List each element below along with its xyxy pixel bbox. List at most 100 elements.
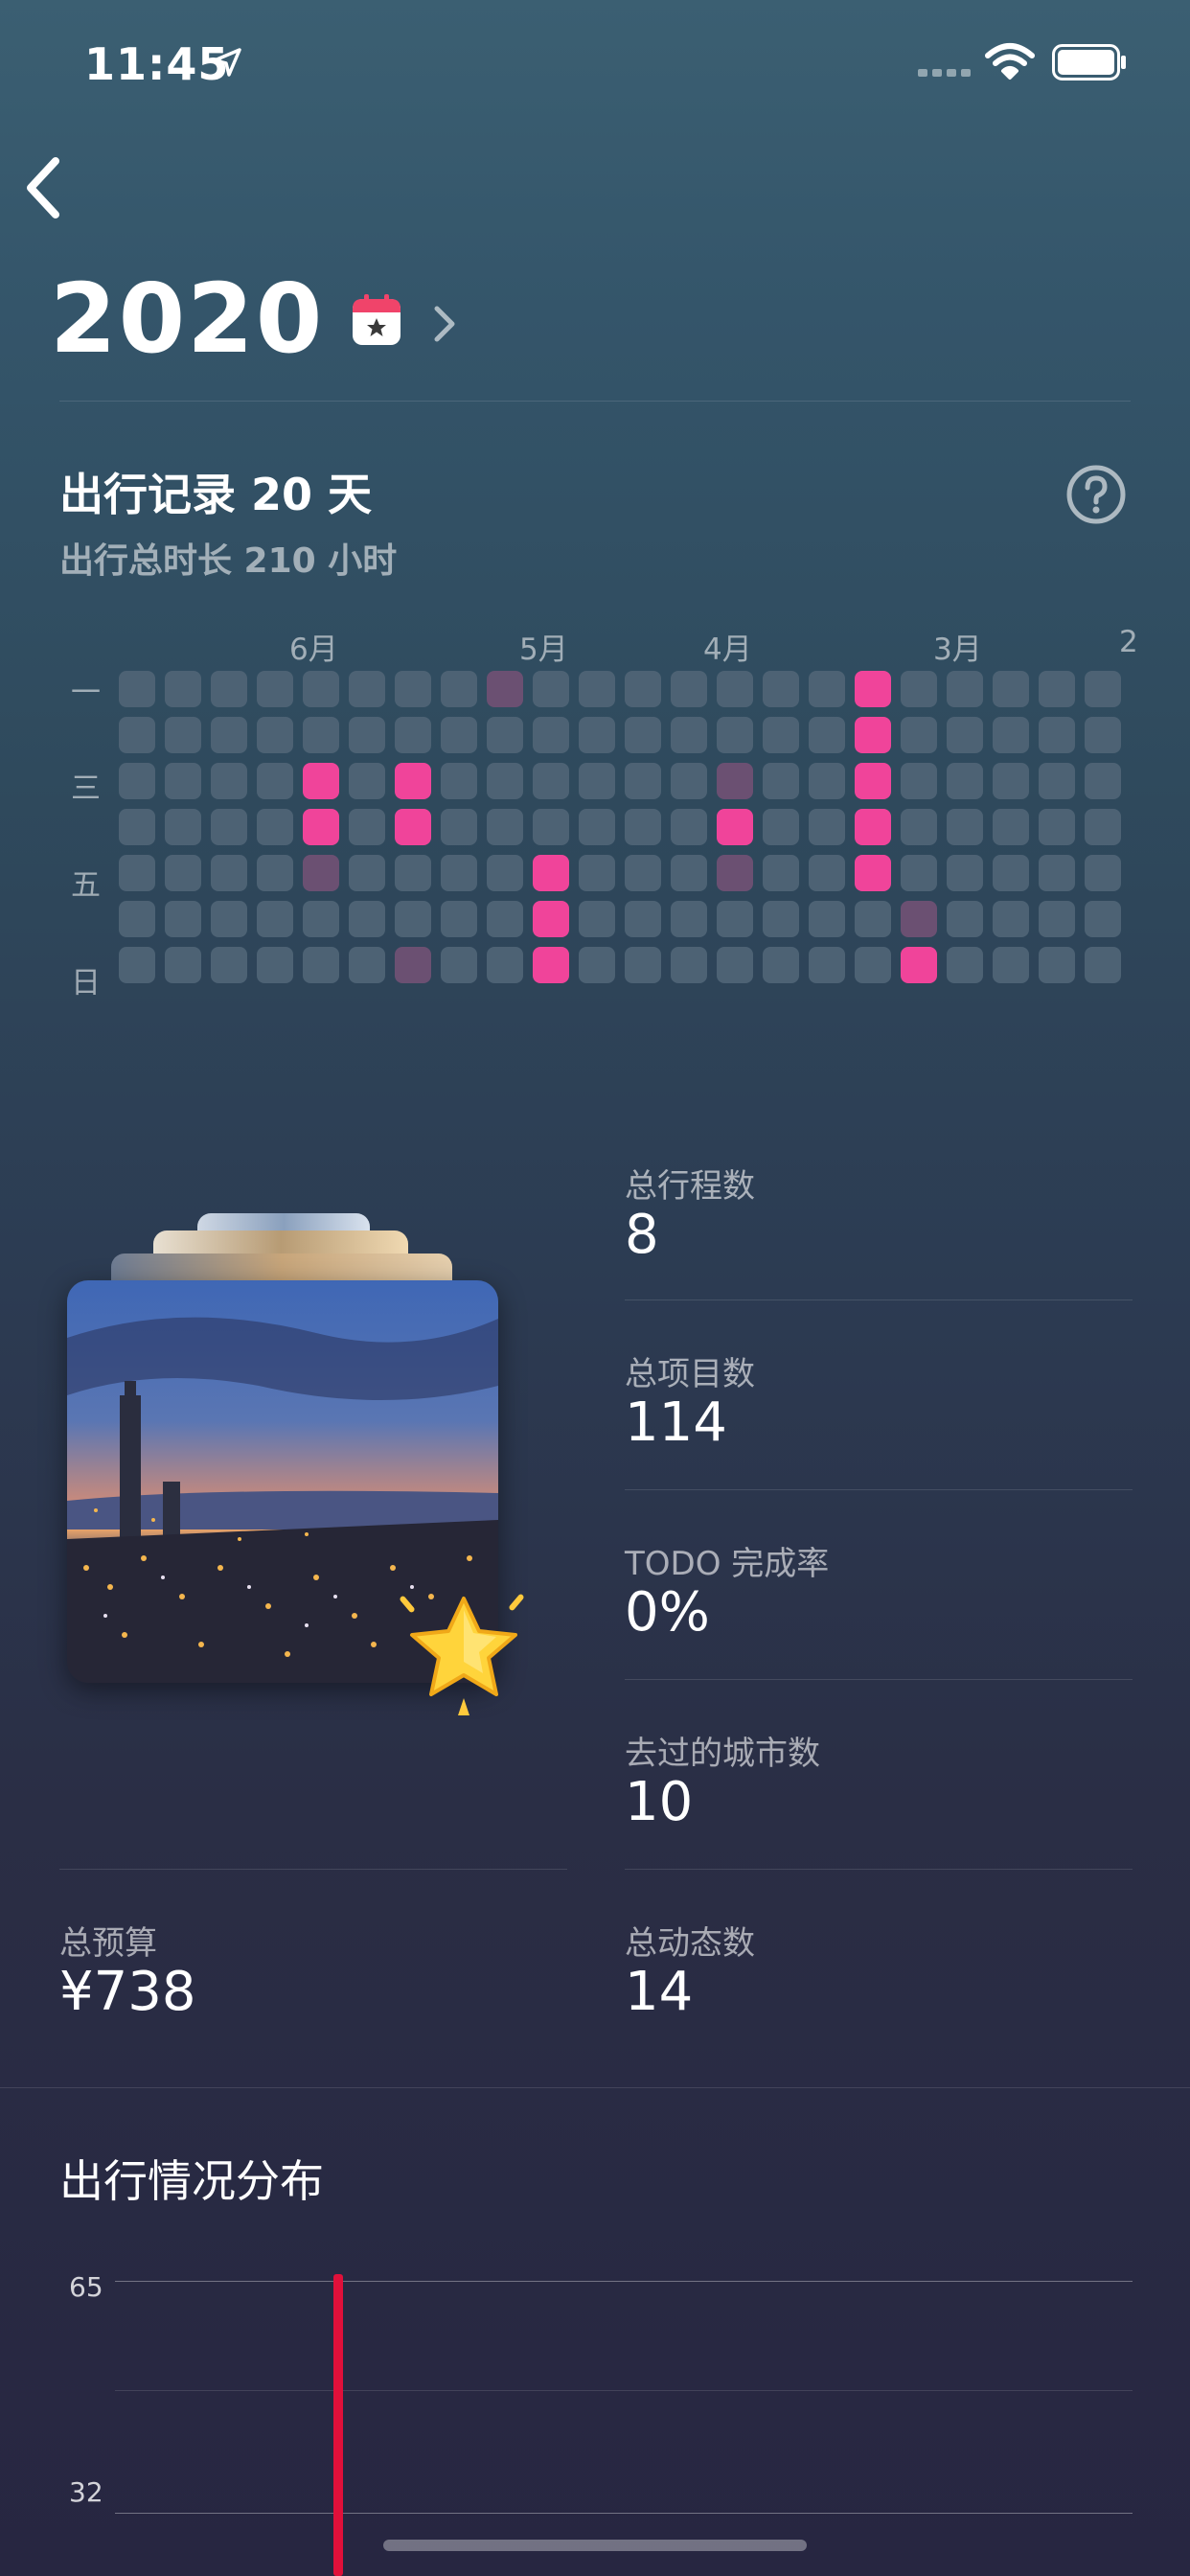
heatmap-cell <box>1039 901 1075 937</box>
home-indicator[interactable] <box>383 2540 807 2551</box>
weekday-label: 日 <box>71 966 101 1000</box>
heatmap-cell <box>395 901 431 937</box>
gridline <box>115 2390 1133 2391</box>
heatmap-cell <box>901 671 937 707</box>
heatmap-cell <box>717 809 753 845</box>
heatmap-cell <box>717 947 753 983</box>
heatmap-cell <box>441 809 477 845</box>
heatmap-cell <box>809 809 845 845</box>
heatmap-cell <box>625 855 661 891</box>
calendar-icon[interactable] <box>351 293 402 347</box>
heatmap-cell <box>1085 947 1121 983</box>
heatmap-cell <box>993 947 1029 983</box>
header-divider <box>59 401 1131 402</box>
heatmap-cell <box>947 901 983 937</box>
stat-label-budget: 总预算 <box>59 1924 157 1963</box>
stat-divider <box>625 1489 1133 1490</box>
heatmap-cell <box>625 947 661 983</box>
heatmap-cell <box>993 671 1029 707</box>
heatmap-cell <box>763 809 799 845</box>
heatmap-cell <box>257 947 293 983</box>
heatmap-cell <box>395 947 431 983</box>
heatmap-cell <box>717 855 753 891</box>
heatmap-cell <box>257 671 293 707</box>
heatmap-cell <box>533 947 569 983</box>
heatmap-cell <box>1039 947 1075 983</box>
back-chevron-icon[interactable] <box>17 153 71 222</box>
year-title[interactable]: 2020 <box>50 266 324 372</box>
heatmap-cell <box>947 947 983 983</box>
month-label: 2 <box>1119 625 1138 659</box>
heatmap-cell <box>763 717 799 753</box>
heatmap-cell <box>625 809 661 845</box>
month-label: 6月 <box>289 632 338 667</box>
heatmap-cell <box>625 901 661 937</box>
heatmap-cell <box>993 855 1029 891</box>
heatmap-cell <box>993 763 1029 799</box>
heatmap-cell <box>533 671 569 707</box>
heatmap-cell <box>809 763 845 799</box>
heatmap-cell <box>533 763 569 799</box>
travel-record-subtitle: 出行总时长 210 小时 <box>59 541 398 581</box>
heatmap-cell <box>763 901 799 937</box>
heatmap-cell <box>1039 763 1075 799</box>
heatmap-cell <box>717 717 753 753</box>
heatmap-cell <box>809 671 845 707</box>
heatmap-cell <box>211 855 247 891</box>
heatmap-cell <box>579 901 615 937</box>
stat-label-posts: 总动态数 <box>625 1924 755 1963</box>
stat-divider <box>625 1869 1133 1870</box>
heatmap-cell <box>303 763 339 799</box>
heatmap-cell <box>947 763 983 799</box>
heatmap-cell <box>763 947 799 983</box>
heatmap-cell <box>717 763 753 799</box>
heatmap-cell <box>257 855 293 891</box>
heatmap-cell <box>671 855 707 891</box>
heatmap-cell <box>165 763 201 799</box>
chart-bar <box>333 2273 343 2576</box>
heatmap-cell <box>211 671 247 707</box>
heatmap-cell <box>993 901 1029 937</box>
heatmap-cell <box>947 671 983 707</box>
chevron-right-icon[interactable] <box>429 301 458 347</box>
stat-value-posts: 14 <box>625 1961 694 2023</box>
stat-value-budget: ¥738 <box>59 1961 196 2023</box>
heatmap-cell <box>947 855 983 891</box>
heatmap-cell <box>165 671 201 707</box>
heatmap-cell <box>1085 671 1121 707</box>
heatmap-cell <box>993 717 1029 753</box>
heatmap-cell <box>303 947 339 983</box>
status-time: 11:45 <box>84 38 230 90</box>
heatmap-cell <box>487 809 523 845</box>
heatmap-cell <box>349 717 385 753</box>
heatmap-cell <box>625 717 661 753</box>
battery-icon <box>1052 44 1126 80</box>
heatmap-cell <box>947 717 983 753</box>
y-tick-label: 32 <box>69 2476 103 2508</box>
heatmap-cell <box>395 855 431 891</box>
help-icon[interactable] <box>1065 464 1127 525</box>
heatmap-cell <box>579 717 615 753</box>
heatmap-cell <box>211 809 247 845</box>
heatmap-cell <box>579 947 615 983</box>
heatmap-cell <box>809 947 845 983</box>
heatmap-cell <box>165 717 201 753</box>
heatmap-cell <box>901 763 937 799</box>
heatmap-cell <box>533 901 569 937</box>
heatmap-cell <box>671 763 707 799</box>
heatmap-cell <box>947 809 983 845</box>
heatmap-cell <box>1039 717 1075 753</box>
heatmap-cell <box>349 947 385 983</box>
heatmap-cell <box>1039 809 1075 845</box>
heatmap-cell <box>257 901 293 937</box>
heatmap-cell <box>257 809 293 845</box>
heatmap-cell <box>303 809 339 845</box>
heatmap-cell <box>395 763 431 799</box>
gridline <box>115 2513 1133 2514</box>
heatmap-cell <box>1085 901 1121 937</box>
heatmap-cell <box>119 947 155 983</box>
heatmap-cell <box>533 809 569 845</box>
heatmap-cell <box>487 763 523 799</box>
heatmap-cell <box>671 809 707 845</box>
travel-record-title: 出行记录 20 天 <box>59 469 373 520</box>
